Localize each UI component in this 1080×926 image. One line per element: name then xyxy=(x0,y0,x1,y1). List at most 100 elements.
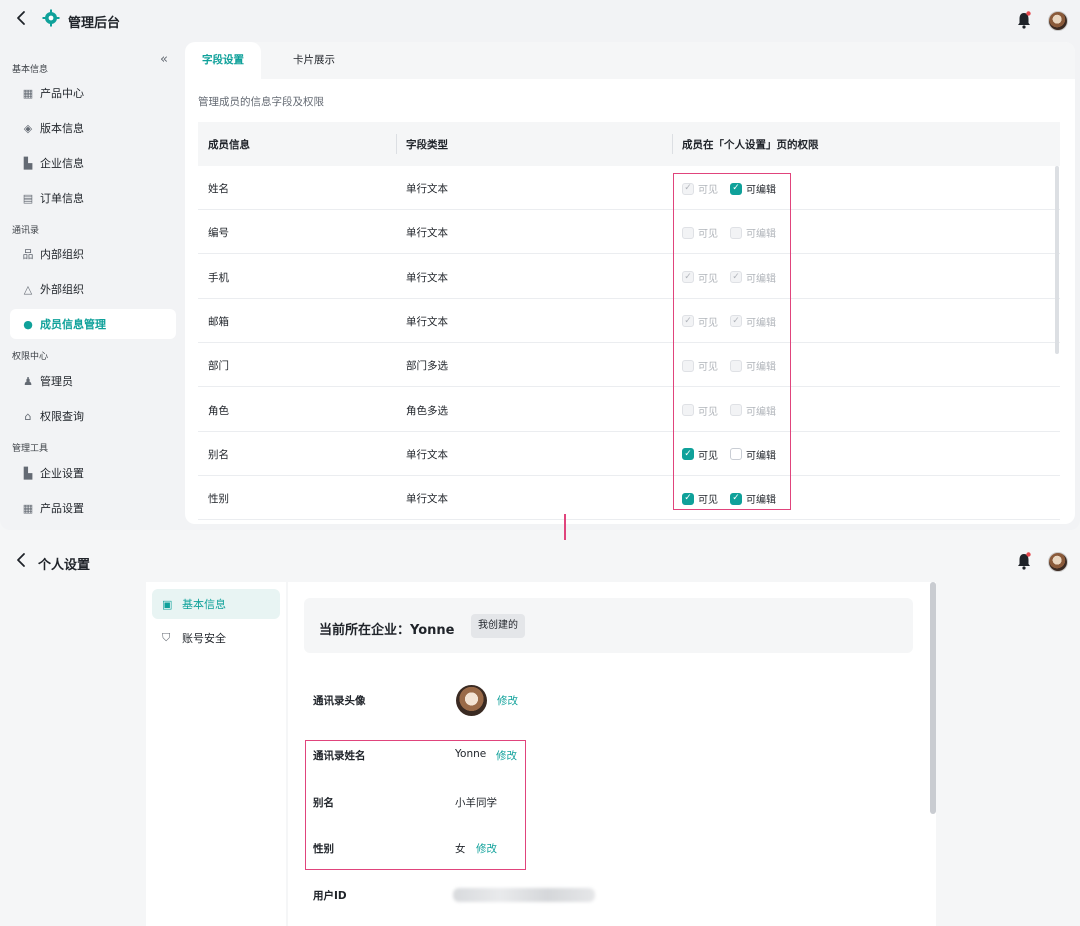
user-avatar[interactable] xyxy=(1048,552,1068,572)
sidebar-item-label: 权限查询 xyxy=(40,410,84,423)
column-header: 成员信息 xyxy=(208,139,250,151)
field-name: 手机 xyxy=(208,271,229,284)
card-description: 管理成员的信息字段及权限 xyxy=(198,96,324,108)
field-name: 邮箱 xyxy=(208,315,229,328)
sidebar-item-admins[interactable]: ♟ 管理员 xyxy=(10,366,176,396)
org-chart-icon: 品 xyxy=(22,248,34,261)
sidebar-item-company-settings[interactable]: ▙ 企业设置 xyxy=(10,458,176,488)
table-row: 角色 角色多选 可见 可编辑 xyxy=(198,388,1060,432)
tab-card-display[interactable]: 卡片展示 xyxy=(293,42,335,79)
sidebar-item-label: 订单信息 xyxy=(40,192,84,205)
sidebar-item-product-settings[interactable]: ▦ 产品设置 xyxy=(10,493,176,523)
avatar-label: 通讯录头像 xyxy=(313,695,366,707)
document-icon: ▤ xyxy=(22,191,34,205)
field-name: 编号 xyxy=(208,227,229,240)
sidebar-item-label: 外部组织 xyxy=(40,283,84,296)
building-icon: ▙ xyxy=(23,156,33,170)
field-type: 角色多选 xyxy=(406,404,448,417)
field-type: 单行文本 xyxy=(406,493,448,506)
creator-tag: 我创建的 xyxy=(471,614,525,638)
gear-icon xyxy=(42,9,62,31)
tab-bar: 字段设置 卡片展示 xyxy=(185,42,1075,79)
menu-item-account-security[interactable]: ⛉ 账号安全 xyxy=(152,623,280,653)
admin-window: 管理后台 « 基本信息 ▦ 产品中心 ◈ 版本信息 ▙ 企业信息 ▤ 订单信息 通讯录 … xyxy=(0,0,1080,530)
app-title: 管理后台 xyxy=(68,16,121,31)
sidebar-item-label: 企业设置 xyxy=(40,467,84,480)
menu-item-basic-info[interactable]: ▣ 基本信息 xyxy=(152,589,280,619)
sidebar-item-company-info[interactable]: ▙ 企业信息 xyxy=(10,148,176,178)
permission-highlight-box xyxy=(673,173,791,510)
shield-icon: ⛉ xyxy=(162,631,171,644)
field-type: 单行文本 xyxy=(406,271,448,284)
sidebar-item-label: 成员信息管理 xyxy=(40,318,106,331)
table-row: 姓名 单行文本 ✓ 可见 ✓ 可编辑 xyxy=(198,166,1060,210)
field-type: 单行文本 xyxy=(406,315,448,328)
settings-menu: ▣ 基本信息 ⛉ 账号安全 xyxy=(146,582,286,926)
section-label: 通讯录 xyxy=(12,226,40,236)
table-header: 成员信息 字段类型 成员在「个人设置」页的权限 xyxy=(198,122,1060,166)
field-type: 单行文本 xyxy=(406,448,448,461)
lock-icon: ⌂ xyxy=(24,409,32,423)
building-settings-icon: ▙ xyxy=(23,466,33,480)
sidebar-item-order-info[interactable]: ▤ 订单信息 xyxy=(10,183,176,213)
field-settings-card: 字段设置 卡片展示 管理成员的信息字段及权限 成员信息 字段类型 成员在「个人设… xyxy=(185,42,1075,524)
admin-user-icon: ♟ xyxy=(23,374,33,388)
grid-icon: ▦ xyxy=(22,86,34,100)
layers-icon: ◈ xyxy=(23,121,33,135)
table-row: 邮箱 单行文本 ✓ 可见 ✓ 可编辑 xyxy=(198,299,1060,343)
field-type: 单行文本 xyxy=(406,227,448,240)
member-icon: ● xyxy=(23,317,33,331)
sidebar-item-label: 版本信息 xyxy=(40,122,84,135)
table-row: 性别 单行文本 ✓ 可见 ✓ 可编辑 xyxy=(198,476,1060,521)
sidebar-item-label: 内部组织 xyxy=(40,248,84,261)
userid-value-redacted xyxy=(453,888,595,902)
field-name: 性别 xyxy=(208,493,229,506)
sidebar-item-label: 企业信息 xyxy=(40,157,84,170)
column-divider xyxy=(672,134,673,154)
column-header: 字段类型 xyxy=(406,139,448,151)
content-scrollbar[interactable] xyxy=(930,582,936,814)
page-title: 个人设置 xyxy=(38,558,91,573)
sidebar-item-member-info[interactable]: ● 成员信息管理 xyxy=(10,309,176,339)
table-row: 别名 单行文本 ✓ 可见 可编辑 xyxy=(198,432,1060,476)
tab-field-settings[interactable]: 字段设置 xyxy=(185,42,261,79)
external-org-icon: △ xyxy=(23,282,33,296)
user-avatar[interactable] xyxy=(1048,11,1068,31)
table-row: 编号 单行文本 可见 可编辑 xyxy=(198,210,1060,255)
profile-avatar xyxy=(456,685,487,716)
field-name: 别名 xyxy=(208,448,229,461)
table-row: 手机 单行文本 ✓ 可见 ✓ 可编辑 xyxy=(198,255,1060,299)
bell-icon[interactable] xyxy=(1016,11,1032,29)
section-label: 权限中心 xyxy=(12,352,49,362)
profile-card-icon: ▣ xyxy=(162,597,173,611)
edit-avatar-link[interactable]: 修改 xyxy=(497,693,518,708)
sidebar-item-permission-query[interactable]: ⌂ 权限查询 xyxy=(10,401,176,431)
table-row: 部门 部门多选 可见 可编辑 xyxy=(198,343,1060,388)
back-icon[interactable] xyxy=(14,552,28,573)
field-type: 部门多选 xyxy=(406,360,448,373)
bell-icon[interactable] xyxy=(1016,552,1032,570)
field-name: 姓名 xyxy=(208,183,229,195)
sidebar-item-internal-org[interactable]: 品内部组织 xyxy=(10,239,176,269)
field-type: 单行文本 xyxy=(406,183,448,195)
column-header: 成员在「个人设置」页的权限 xyxy=(682,139,819,151)
userid-label: 用户ID xyxy=(313,890,347,902)
section-label: 管理工具 xyxy=(12,444,49,454)
menu-item-label: 账号安全 xyxy=(182,632,226,645)
sidebar-item-label: 产品中心 xyxy=(40,87,84,100)
menu-item-label: 基本信息 xyxy=(182,598,226,611)
company-label: 当前所在企业：Yonne xyxy=(319,623,455,638)
field-name: 角色 xyxy=(208,404,229,417)
field-name: 部门 xyxy=(208,360,229,373)
sidebar-item-external-org[interactable]: △ 外部组织 xyxy=(10,274,176,304)
sidebar-item-label: 产品设置 xyxy=(40,502,84,515)
table-scrollbar[interactable] xyxy=(1055,166,1059,354)
sidebar-item-version-info[interactable]: ◈ 版本信息 xyxy=(10,113,176,143)
collapse-sidebar-icon[interactable]: « xyxy=(160,52,168,67)
back-icon[interactable] xyxy=(14,10,34,32)
sidebar-item-product-center[interactable]: ▦ 产品中心 xyxy=(10,78,176,108)
section-label: 基本信息 xyxy=(12,65,49,75)
grid-settings-icon: ▦ xyxy=(22,501,34,515)
fields-highlight-box xyxy=(305,740,526,870)
column-divider xyxy=(396,134,397,154)
